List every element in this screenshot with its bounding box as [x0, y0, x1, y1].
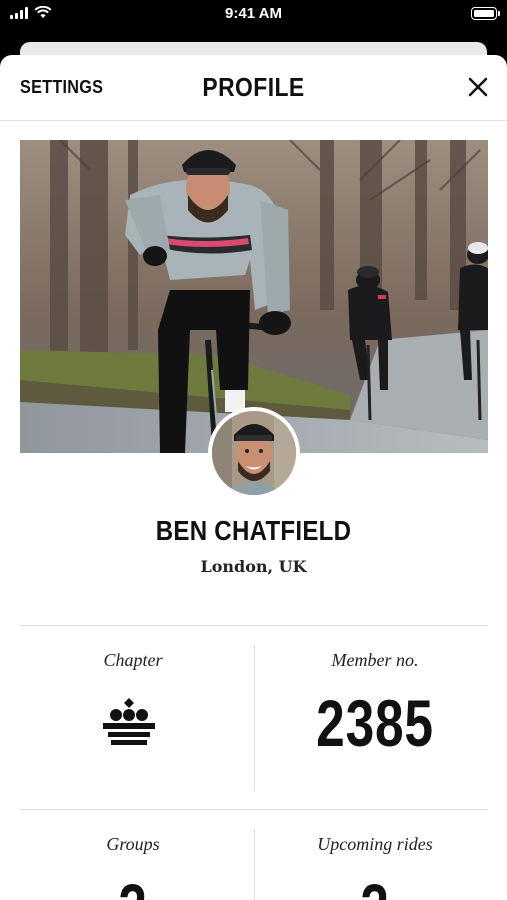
member-number-label: Member no.: [331, 650, 419, 670]
profile-name: BEN CHATFIELD: [155, 515, 352, 546]
stats-divider-vertical: [254, 645, 255, 791]
member-number-value: 2385: [316, 686, 434, 760]
groups-value[interactable]: 2: [42, 869, 225, 900]
upcoming-rides-label: Upcoming rides: [317, 834, 433, 854]
chapter-label: Chapter: [103, 650, 163, 670]
groups-label: Groups: [106, 834, 160, 854]
close-icon[interactable]: [467, 76, 489, 98]
stats-divider-vertical-2: [254, 829, 255, 900]
upcoming-rides-value[interactable]: 2: [284, 869, 467, 900]
header: SETTINGS PROFILE: [0, 55, 507, 121]
page-title: PROFILE: [202, 72, 305, 102]
chapter-crown-icon[interactable]: [103, 698, 155, 746]
stats-divider-top: [20, 625, 488, 626]
profile-location: London, UK: [200, 557, 307, 576]
profile-sheet: SETTINGS PROFILE BEN CHATFIELD London, U…: [0, 55, 507, 900]
status-time: 9:41 AM: [225, 5, 282, 22]
status-bar: 9:41 AM: [0, 0, 507, 30]
avatar: [208, 407, 300, 499]
stats-divider-middle: [20, 809, 488, 810]
battery-icon: [471, 7, 500, 20]
